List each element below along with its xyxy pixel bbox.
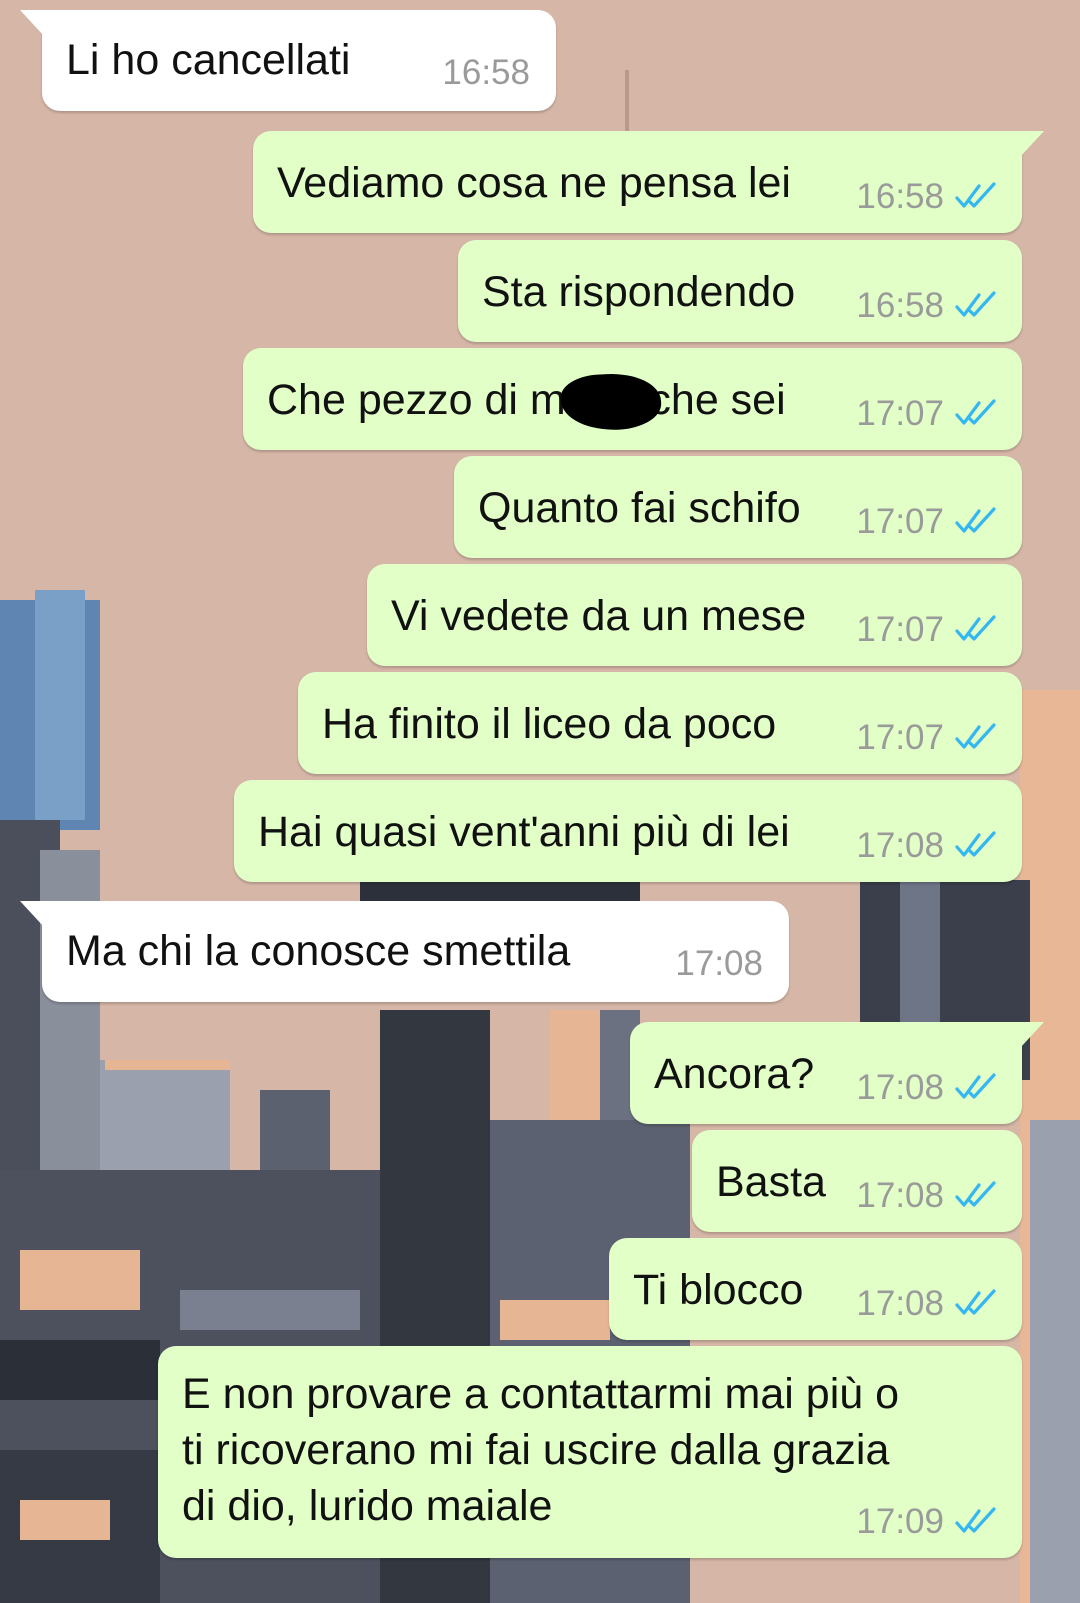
outgoing-message[interactable]: Sta rispondendo 16:58 xyxy=(458,240,1022,342)
message-meta: 16:58 xyxy=(856,286,1000,326)
message-time: 17:07 xyxy=(856,394,944,433)
message-text: Quanto fai schifo xyxy=(478,484,801,532)
incoming-message[interactable]: Li ho cancellati 16:58 xyxy=(20,10,556,111)
outgoing-message[interactable]: E non provare a contattarmi mai più o ti… xyxy=(158,1346,1022,1558)
message-time: 17:08 xyxy=(856,826,944,865)
message-meta: 17:07 xyxy=(856,502,1000,542)
chat-message-list[interactable]: Li ho cancellati 16:58 Vediamo cosa ne p… xyxy=(0,0,1080,1603)
outgoing-message[interactable]: Basta 17:08 xyxy=(692,1130,1022,1232)
outgoing-message[interactable]: Ti blocco 17:08 xyxy=(609,1238,1022,1340)
message-time: 17:08 xyxy=(856,1284,944,1323)
outgoing-message[interactable]: Vediamo cosa ne pensa lei 16:58 xyxy=(253,131,1044,233)
outgoing-message[interactable]: Ancora? 17:08 xyxy=(630,1022,1044,1124)
message-time: 16:58 xyxy=(856,286,944,325)
read-double-tick-icon xyxy=(955,1181,996,1207)
message-text: Basta xyxy=(716,1158,826,1206)
message-text: Che pezzo di m a che sei xyxy=(267,376,786,424)
message-meta: 16:58 xyxy=(442,53,530,93)
message-meta: 17:07 xyxy=(856,610,1000,650)
message-meta: 17:07 xyxy=(856,718,1000,758)
read-double-tick-icon xyxy=(955,615,996,641)
message-text: Li ho cancellati xyxy=(66,36,351,84)
message-text: Ma chi la conosce smettila xyxy=(66,927,571,975)
message-time: 17:09 xyxy=(856,1502,944,1541)
read-double-tick-icon xyxy=(955,1289,996,1315)
read-double-tick-icon xyxy=(955,723,996,749)
outgoing-message[interactable]: Che pezzo di m a che sei 17:07 xyxy=(243,348,1022,450)
message-text: Ha finito il liceo da poco xyxy=(322,700,777,748)
message-meta: 16:58 xyxy=(856,177,1000,217)
message-text: Sta rispondendo xyxy=(482,268,796,316)
message-text: Ancora? xyxy=(654,1050,815,1098)
message-meta: 17:08 xyxy=(856,1176,1000,1216)
message-time: 17:07 xyxy=(856,502,944,541)
outgoing-message[interactable]: Ha finito il liceo da poco 17:07 xyxy=(298,672,1022,774)
read-double-tick-icon xyxy=(955,182,996,208)
message-time: 16:58 xyxy=(442,53,530,92)
outgoing-message[interactable]: Hai quasi vent'anni più di lei 17:08 xyxy=(234,780,1022,882)
message-time: 17:08 xyxy=(675,944,763,983)
message-text: Hai quasi vent'anni più di lei xyxy=(258,808,790,856)
message-meta: 17:08 xyxy=(675,944,763,984)
message-text: E non provare a contattarmi mai più o ti… xyxy=(182,1370,900,1530)
message-time: 17:07 xyxy=(856,718,944,757)
message-meta: 17:07 xyxy=(856,394,1000,434)
message-meta: 17:08 xyxy=(856,1284,1000,1324)
message-time: 17:07 xyxy=(856,610,944,649)
incoming-message[interactable]: Ma chi la conosce smettila 17:08 xyxy=(20,901,789,1002)
message-meta: 17:08 xyxy=(856,826,1000,866)
read-double-tick-icon xyxy=(955,291,996,317)
message-time: 17:08 xyxy=(856,1068,944,1107)
message-time: 16:58 xyxy=(856,177,944,216)
message-meta: 17:09 xyxy=(856,1502,1000,1542)
outgoing-message[interactable]: Vi vedete da un mese 17:07 xyxy=(367,564,1022,666)
message-text: Vediamo cosa ne pensa lei xyxy=(277,159,791,207)
read-double-tick-icon xyxy=(955,399,996,425)
read-double-tick-icon xyxy=(955,831,996,857)
read-double-tick-icon xyxy=(955,1507,996,1533)
message-meta: 17:08 xyxy=(856,1068,1000,1108)
read-double-tick-icon xyxy=(955,1073,996,1099)
read-double-tick-icon xyxy=(955,507,996,533)
message-text: Vi vedete da un mese xyxy=(391,592,807,640)
outgoing-message[interactable]: Quanto fai schifo 17:07 xyxy=(454,456,1022,558)
message-time: 17:08 xyxy=(856,1176,944,1215)
message-text: Ti blocco xyxy=(633,1266,804,1314)
